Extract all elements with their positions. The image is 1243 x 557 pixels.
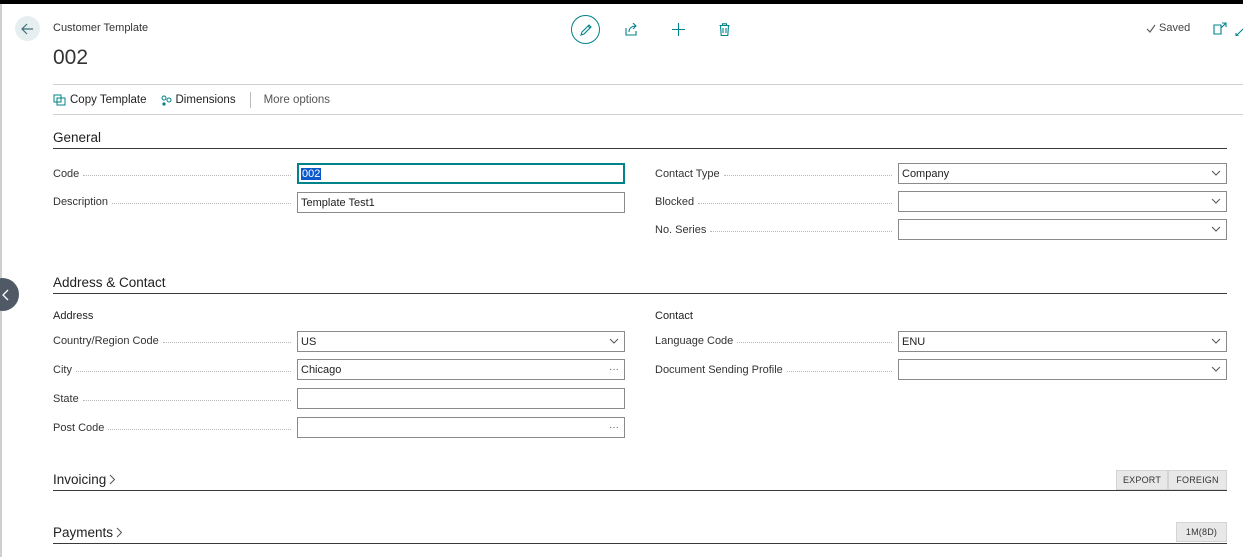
delete-button[interactable]: [714, 19, 734, 39]
code-value: 002: [301, 167, 322, 180]
chevron-right-icon: [109, 474, 116, 485]
chevron-right-icon: [116, 527, 123, 538]
city-value: Chicago: [301, 363, 342, 376]
copy-template-button[interactable]: Copy Template: [53, 94, 147, 106]
dimensions-icon: [161, 95, 171, 106]
doc-sending-profile-select[interactable]: [898, 359, 1227, 380]
open-in-new-window-icon: [1213, 22, 1227, 35]
section-invoicing-title[interactable]: Invoicing: [53, 472, 116, 487]
arrow-left-icon: [21, 23, 33, 34]
expand-button[interactable]: [1235, 24, 1243, 36]
blocked-select[interactable]: [898, 191, 1227, 212]
back-button[interactable]: [15, 16, 40, 41]
contact-type-select[interactable]: Company: [898, 163, 1227, 184]
contact-subheading: Contact: [655, 310, 693, 322]
invoicing-badge-export: EXPORT: [1116, 470, 1168, 490]
saved-status: Saved: [1146, 22, 1190, 34]
edit-button[interactable]: [571, 15, 600, 44]
share-icon: [625, 22, 637, 36]
copy-template-label: Copy Template: [70, 94, 147, 106]
section-general-divider: [53, 148, 1227, 149]
code-label: Code: [53, 167, 297, 181]
chevron-down-icon: [604, 336, 624, 347]
action-bar: Copy Template Dimensions More options: [53, 90, 344, 110]
payments-heading: Payments: [53, 525, 114, 540]
lookup-ellipsis-icon[interactable]: ···: [604, 422, 624, 433]
lookup-ellipsis-icon[interactable]: ···: [604, 364, 624, 375]
collapse-side-panel-button[interactable]: [0, 278, 19, 311]
invoicing-heading: Invoicing: [53, 472, 107, 487]
window-top-bar: [0, 0, 1243, 4]
post-code-field[interactable]: ···: [297, 417, 625, 438]
toolbar-divider: [53, 114, 1243, 115]
page-title: 002: [53, 46, 89, 69]
description-field[interactable]: Template Test1: [297, 192, 625, 213]
city-field[interactable]: Chicago ···: [297, 359, 625, 380]
copy-icon: [53, 94, 66, 106]
address-subheading: Address: [53, 310, 94, 322]
chevron-down-icon: [1206, 336, 1226, 347]
country-select[interactable]: US: [297, 331, 625, 352]
plus-icon: [671, 22, 685, 36]
description-value: Template Test1: [301, 196, 375, 209]
check-icon: [1146, 24, 1156, 33]
payments-badge-terms: 1M(8D): [1176, 522, 1227, 542]
pencil-icon: [579, 23, 592, 36]
no-series-label: No. Series: [655, 223, 898, 237]
dimensions-label: Dimensions: [175, 94, 236, 106]
chevron-down-icon: [1206, 168, 1226, 179]
country-label: Country/Region Code: [53, 334, 297, 348]
chevron-down-icon: [1206, 196, 1226, 207]
chevron-down-icon: [1206, 224, 1226, 235]
language-code-value: ENU: [902, 335, 926, 348]
description-label: Description: [53, 195, 297, 209]
saved-label: Saved: [1159, 22, 1191, 34]
general-heading: General: [53, 130, 102, 145]
open-new-window-button[interactable]: [1213, 22, 1229, 36]
section-invoicing-divider: [53, 490, 1227, 491]
country-value: US: [301, 335, 317, 348]
language-code-label: Language Code: [655, 334, 898, 348]
section-address-contact-title[interactable]: Address & Contact: [53, 275, 166, 290]
dimensions-button[interactable]: Dimensions: [161, 94, 236, 106]
language-code-select[interactable]: ENU: [898, 331, 1227, 352]
state-label: State: [53, 392, 297, 406]
code-field[interactable]: 002: [297, 163, 625, 184]
no-series-select[interactable]: [898, 219, 1227, 240]
breadcrumb: Customer Template: [53, 22, 149, 34]
post-code-label: Post Code: [53, 421, 297, 435]
section-payments-divider: [53, 543, 1227, 544]
state-field[interactable]: [297, 388, 625, 409]
section-payments-title[interactable]: Payments: [53, 525, 123, 540]
share-button[interactable]: [621, 19, 641, 39]
doc-sending-profile-label: Document Sending Profile: [655, 363, 898, 377]
chevron-down-icon: [1206, 364, 1226, 375]
toolbar-separator: [249, 92, 251, 108]
header-divider: [53, 84, 1243, 85]
expand-icon: [1235, 28, 1243, 36]
section-general-title[interactable]: General: [53, 130, 101, 145]
chevron-left-icon: [2, 289, 9, 300]
trash-icon: [719, 22, 729, 36]
new-button[interactable]: [668, 19, 688, 39]
contact-type-label: Contact Type: [655, 167, 898, 181]
more-options-button[interactable]: More options: [264, 94, 330, 106]
blocked-label: Blocked: [655, 195, 898, 209]
address-contact-heading: Address & Contact: [53, 275, 166, 290]
contact-type-value: Company: [902, 167, 950, 180]
section-address-contact-divider: [53, 293, 1227, 294]
invoicing-badge-foreign: FOREIGN: [1168, 470, 1227, 490]
city-label: City: [53, 363, 297, 377]
